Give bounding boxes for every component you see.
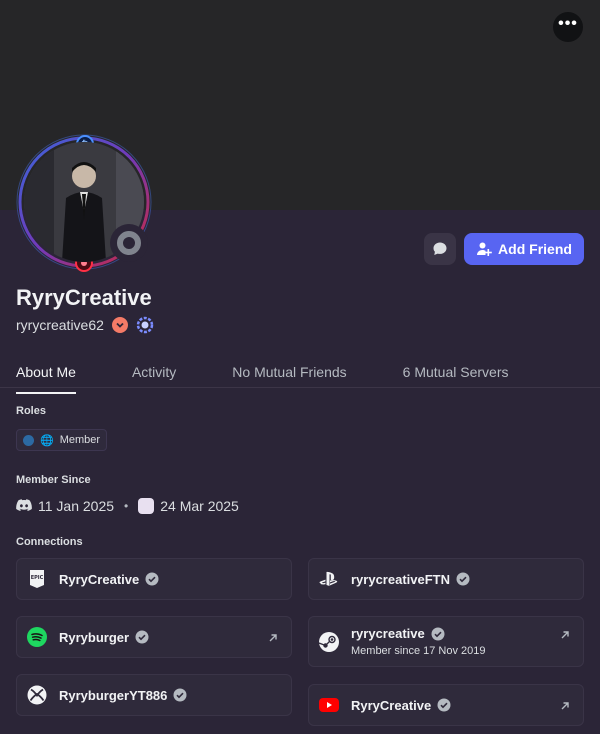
message-button[interactable] — [424, 233, 456, 265]
add-user-icon — [477, 242, 492, 256]
separator-dot: • — [124, 499, 129, 513]
more-options-button[interactable]: ••• — [553, 12, 583, 42]
external-link-icon[interactable] — [559, 629, 571, 641]
connection-name-row: RyryCreative — [351, 698, 451, 713]
connections-title: Connections — [16, 536, 83, 548]
connection-name: Ryryburger — [59, 629, 130, 645]
verified-icon — [173, 688, 187, 702]
discord-icon — [16, 499, 32, 511]
connection-epic-games[interactable]: EPIC RyryCreative — [16, 558, 292, 600]
username-row: ryrycreative62 — [16, 316, 154, 334]
connection-name-row: ryrycreativeFTN — [351, 572, 470, 587]
role-label: Member — [59, 434, 101, 446]
role-color-dot — [23, 434, 34, 446]
member-since-title: Member Since — [16, 474, 91, 486]
connection-spotify[interactable]: Ryryburger — [16, 616, 292, 658]
verified-icon — [135, 630, 149, 644]
connection-xbox[interactable]: RyryburgerYT886 — [16, 674, 292, 716]
steam-icon — [319, 631, 339, 652]
server-join-date: 24 Mar 2025 — [160, 498, 239, 514]
external-link-icon[interactable] — [267, 632, 279, 644]
chat-bubble-icon — [433, 242, 447, 255]
connection-name-row: Ryryburger — [59, 630, 149, 645]
youtube-icon — [319, 695, 339, 715]
connection-name-row: ryrycreative — [351, 626, 486, 641]
spotify-icon — [27, 627, 47, 647]
tab-activity[interactable]: Activity — [132, 364, 176, 388]
server-icon — [138, 498, 155, 514]
connection-member-since: Member since 17 Nov 2019 — [351, 645, 486, 657]
tab-mutual-friends[interactable]: No Mutual Friends — [232, 364, 346, 388]
add-friend-button[interactable]: Add Friend — [464, 233, 584, 265]
more-options-label: ••• — [558, 15, 578, 32]
connection-name: ryrycreative — [351, 626, 425, 641]
playstation-icon — [319, 569, 339, 589]
member-since-row: 11 Jan 2025 • 24 Mar 2025 — [16, 497, 239, 515]
connection-name-row: RyryburgerYT886 — [59, 688, 187, 703]
status-offline-indicator — [110, 224, 148, 262]
tab-about-me[interactable]: About Me — [16, 364, 76, 394]
xbox-icon — [27, 685, 47, 705]
hypesquad-badge-icon[interactable] — [111, 317, 128, 333]
username: ryrycreative62 — [16, 317, 104, 333]
svg-text:EPIC: EPIC — [31, 575, 44, 581]
verified-icon — [456, 572, 470, 586]
add-friend-label: Add Friend — [498, 241, 572, 257]
role-pill-member[interactable]: 🌐 Member — [16, 429, 108, 451]
connection-playstation[interactable]: ryrycreativeFTN — [308, 558, 584, 600]
globe-icon: 🌐 — [40, 434, 54, 447]
profile-tabs: About Me Activity No Mutual Friends 6 Mu… — [16, 364, 565, 394]
connection-name: ryrycreativeFTN — [351, 571, 450, 587]
display-name: RyryCreative — [16, 285, 152, 310]
avatar[interactable]: ₿ — [14, 132, 154, 272]
external-link-icon[interactable] — [559, 700, 571, 712]
tabs-divider — [0, 387, 600, 388]
discord-join-date: 11 Jan 2025 — [38, 498, 115, 514]
epic-games-icon: EPIC — [27, 569, 47, 589]
verified-icon — [145, 572, 159, 586]
roles-title: Roles — [16, 405, 46, 417]
connection-name-row: RyryCreative — [59, 572, 159, 587]
verified-icon — [437, 698, 451, 712]
connection-text: ryrycreative Member since 17 Nov 2019 — [351, 626, 486, 657]
verified-icon — [431, 627, 445, 640]
tab-mutual-servers[interactable]: 6 Mutual Servers — [403, 364, 509, 388]
connection-name: RyryburgerYT886 — [59, 687, 168, 703]
connection-youtube[interactable]: RyryCreative — [308, 684, 584, 726]
quest-badge-icon[interactable] — [136, 316, 154, 334]
connection-name: RyryCreative — [351, 697, 432, 713]
connection-name: RyryCreative — [59, 571, 140, 587]
connection-steam[interactable]: ryrycreative Member since 17 Nov 2019 — [308, 616, 584, 667]
